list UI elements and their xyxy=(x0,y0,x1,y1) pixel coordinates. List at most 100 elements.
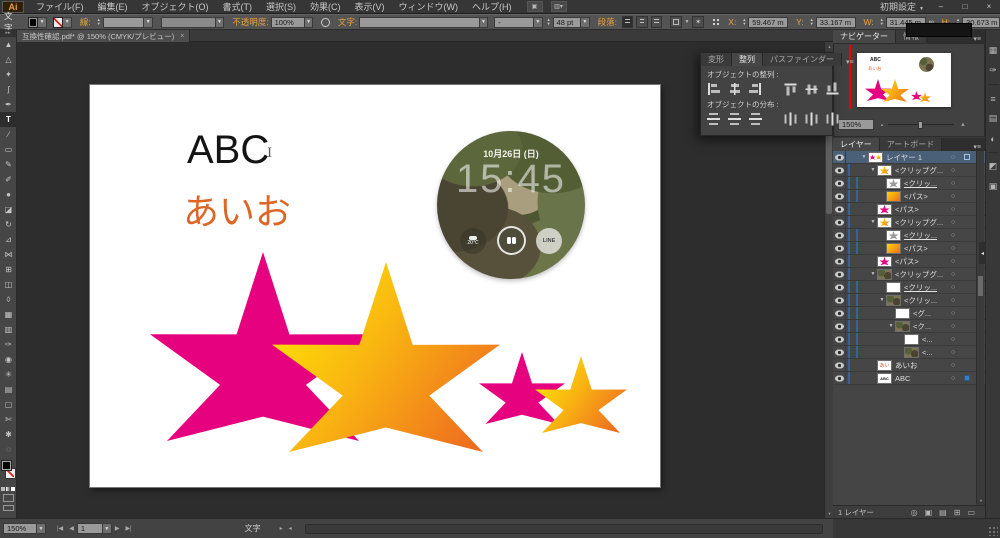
layer-row[interactable]: <パス> ○ xyxy=(833,255,985,268)
width-tool[interactable]: ⋈ xyxy=(0,247,17,262)
layer-row[interactable]: ▼ <クリップグ... ○ xyxy=(833,268,985,281)
pen-tool[interactable]: ✒ xyxy=(0,97,17,112)
layer-row[interactable]: ▼ <ク... ○ xyxy=(833,320,985,333)
minimize-button[interactable]: – xyxy=(934,1,948,12)
status-prev-icon[interactable]: ▸ xyxy=(277,525,286,532)
menu-item[interactable]: 書式(T) xyxy=(216,0,260,13)
sparkle-options-button[interactable]: ✶ xyxy=(692,16,704,28)
layer-row[interactable]: ▼ <クリッ... ○ xyxy=(833,294,985,307)
menu-item[interactable]: 効果(C) xyxy=(303,0,348,13)
layer-row[interactable]: <パス> ○ xyxy=(833,190,985,203)
expand-arrow-icon[interactable]: ▼ xyxy=(878,297,886,303)
layer-row[interactable]: <クリッ... ○ xyxy=(833,229,985,242)
y-stepper[interactable]: ▲ ▼ xyxy=(810,17,814,27)
tab-アートボード[interactable]: アートボード xyxy=(879,138,943,151)
direct-selection-tool[interactable]: △ xyxy=(0,52,17,67)
target-circle-icon[interactable]: ○ xyxy=(951,193,955,200)
stroke-weight-label[interactable]: 線: xyxy=(80,16,91,28)
screen-mode-icon[interactable] xyxy=(2,505,14,511)
menu-item[interactable]: ウィンドウ(W) xyxy=(392,0,466,13)
target-circle-icon[interactable]: ○ xyxy=(951,245,955,252)
chevron-down-icon[interactable]: ▼ xyxy=(144,16,153,28)
workspace-switcher-icon[interactable]: ▥▾ xyxy=(550,1,567,12)
distribute-vertical-center-icon[interactable] xyxy=(728,113,741,125)
visibility-eye-icon[interactable] xyxy=(835,373,844,383)
abc-text-object[interactable]: ABC xyxy=(187,130,269,170)
layer-row[interactable]: ABC ABC ○ xyxy=(833,372,985,385)
new-sublayer-button[interactable]: ▤ xyxy=(939,508,947,517)
x-stepper[interactable]: ▲ ▼ xyxy=(742,17,746,27)
target-circle-icon[interactable]: ○ xyxy=(951,310,955,317)
lasso-tool[interactable]: ʃ xyxy=(0,82,17,97)
workspace-name[interactable]: 初期設定 ▼ xyxy=(880,0,924,13)
align-center-button[interactable] xyxy=(636,16,648,28)
watch-face-image[interactable]: 10月26日 (日) 15:45 20℃ LINE xyxy=(437,131,585,279)
zoom-in-mountain-icon[interactable]: ▲ xyxy=(960,122,966,128)
zoom-level-field[interactable]: 150% xyxy=(3,523,37,534)
last-artboard-icon[interactable]: ▶| xyxy=(122,525,134,532)
expand-arrow-icon[interactable]: ▼ xyxy=(887,323,895,329)
new-layer-button[interactable]: ⊞ xyxy=(954,508,961,517)
layer-row[interactable]: <グ... ○ xyxy=(833,307,985,320)
font-size-field[interactable]: 48 pt xyxy=(552,16,582,28)
visibility-eye-icon[interactable] xyxy=(835,165,844,175)
style-circle-icon[interactable] xyxy=(321,17,330,27)
tab-整列[interactable]: 整列 xyxy=(732,53,763,66)
target-circle-icon[interactable]: ○ xyxy=(951,271,955,278)
tab-変形[interactable]: 変形 xyxy=(701,53,732,66)
visibility-eye-icon[interactable] xyxy=(835,334,844,344)
line-segment-tool[interactable]: ∕ xyxy=(0,127,17,142)
visibility-eye-icon[interactable] xyxy=(835,191,844,201)
stroke-style-field[interactable] xyxy=(160,16,216,28)
font-size-stepper[interactable]: ▲ ▼ xyxy=(547,17,551,27)
column-graph-tool[interactable]: ▤ xyxy=(0,382,17,397)
stroke-color-swatch[interactable] xyxy=(52,16,64,28)
blob-brush-tool[interactable]: ● xyxy=(0,187,17,202)
stroke-dropdown-icon[interactable]: ▼ xyxy=(63,16,72,28)
prev-artboard-icon[interactable]: ◀ xyxy=(66,525,77,532)
menu-item[interactable]: ファイル(F) xyxy=(29,0,91,13)
dock-collapse-icon[interactable]: ◂ xyxy=(979,242,986,264)
distribute-horizontal-center-icon[interactable] xyxy=(805,112,818,126)
visibility-eye-icon[interactable] xyxy=(835,321,844,331)
target-circle-icon[interactable]: ○ xyxy=(951,258,955,265)
chevron-down-icon[interactable]: ▼ xyxy=(304,16,314,28)
visibility-eye-icon[interactable] xyxy=(835,152,844,162)
target-circle-icon[interactable]: ○ xyxy=(951,284,955,291)
fill-stroke-swatches[interactable] xyxy=(0,459,16,485)
zoom-out-mountain-icon[interactable]: ▲ xyxy=(880,122,884,127)
target-circle-icon[interactable]: ○ xyxy=(951,206,955,213)
horizontal-scrollbar[interactable] xyxy=(304,523,823,534)
stroke-weight-field[interactable] xyxy=(102,16,145,28)
arrange-documents-icon[interactable]: ▣ xyxy=(526,1,543,12)
visibility-eye-icon[interactable] xyxy=(835,347,844,357)
document-tab[interactable]: 互換性確認.pdf* @ 150% (CMYK/プレビュー) × xyxy=(17,30,191,42)
expand-arrow-icon[interactable]: ▼ xyxy=(860,154,868,160)
eraser-tool[interactable]: ◪ xyxy=(0,202,17,217)
status-next-icon[interactable]: ◂ xyxy=(286,525,295,532)
visibility-eye-icon[interactable] xyxy=(835,243,844,253)
blend-tool[interactable]: ◉ xyxy=(0,352,17,367)
align-left-icon[interactable] xyxy=(707,83,720,95)
target-circle-icon[interactable]: ○ xyxy=(951,167,955,174)
target-circle-icon[interactable]: ○ xyxy=(951,349,955,356)
aio-text-object[interactable]: あいお xyxy=(183,194,291,230)
visibility-eye-icon[interactable] xyxy=(835,360,844,370)
layer-row[interactable]: <パス> ○ xyxy=(833,242,985,255)
next-artboard-icon[interactable]: ▶ xyxy=(112,525,123,532)
rectangle-tool[interactable]: ▭ xyxy=(0,142,17,157)
panel-menu-icon[interactable]: ▾≡ xyxy=(842,58,858,66)
target-circle-icon[interactable]: ○ xyxy=(951,154,955,161)
appearance-panel-icon[interactable]: ◩ xyxy=(987,160,1000,173)
x-field[interactable]: 59.467 m xyxy=(748,16,789,28)
menu-item[interactable]: オブジェクト(O) xyxy=(135,0,216,13)
close-tab-icon[interactable]: × xyxy=(180,33,184,40)
pencil-tool[interactable]: ✐ xyxy=(0,172,17,187)
locate-object-button[interactable]: ◎ xyxy=(911,508,918,517)
layer-row[interactable]: <... ○ xyxy=(833,346,985,359)
target-circle-icon[interactable]: ○ xyxy=(951,336,955,343)
scrollbar-thumb[interactable] xyxy=(978,276,983,296)
visibility-eye-icon[interactable] xyxy=(835,178,844,188)
scale-tool[interactable]: ⊿ xyxy=(0,232,17,247)
menu-item[interactable]: 編集(E) xyxy=(91,0,135,13)
